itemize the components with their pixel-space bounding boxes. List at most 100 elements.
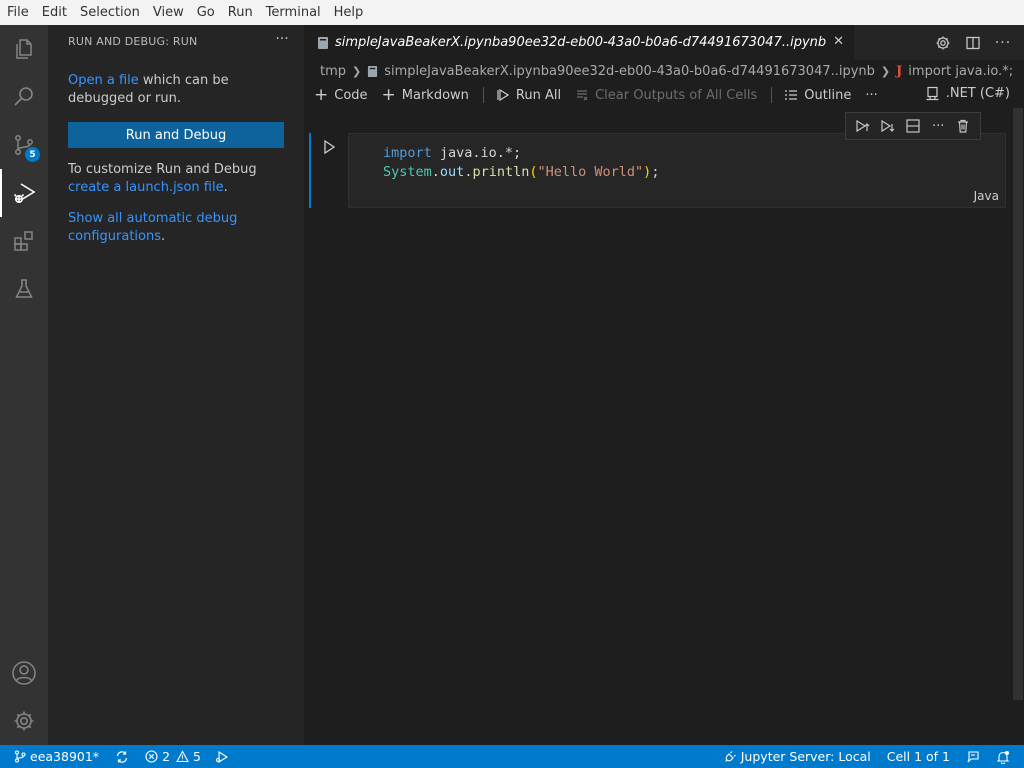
plus-icon: + <box>381 85 396 105</box>
run-debug-icon <box>13 183 36 204</box>
sync-button[interactable] <box>105 745 135 768</box>
cell-toolbar: ··· <box>845 112 981 140</box>
execute-cell-button[interactable] <box>320 138 338 156</box>
problems-indicator[interactable]: 2 5 <box>135 745 207 768</box>
delete-cell-button[interactable] <box>953 116 973 136</box>
run-above-icon <box>855 119 870 133</box>
manage-button[interactable] <box>0 697 48 745</box>
plug-icon <box>724 751 736 762</box>
run-debug-sidebar: RUN AND DEBUG: RUN ··· Open a file which… <box>48 25 304 745</box>
menu-bar: File Edit Selection View Go Run Terminal… <box>0 0 1024 25</box>
run-and-debug-button[interactable]: Run and Debug <box>68 122 284 148</box>
cell-language-picker[interactable]: Java <box>974 189 999 203</box>
code-text: java.io.*; <box>431 145 522 161</box>
run-below-button[interactable] <box>878 116 898 136</box>
search-icon <box>14 87 33 106</box>
clear-outputs-label: Clear Outputs of All Cells <box>595 87 758 103</box>
notebook-toolbar: + Code + Markdown Run All Clear Outputs … <box>304 82 1024 108</box>
code-cell[interactable]: import java.io.*; System.out.println("He… <box>348 133 1006 208</box>
run-debug-button[interactable] <box>0 169 48 217</box>
feedback-button[interactable] <box>956 745 986 768</box>
branch-indicator[interactable]: eea38901* <box>0 745 105 768</box>
play-icon <box>324 139 336 155</box>
flask-icon <box>15 279 33 298</box>
more-icon: ··· <box>865 87 878 103</box>
create-launch-json-link[interactable]: create a launch.json file <box>68 180 224 195</box>
split-editor-button[interactable] <box>962 32 984 54</box>
extensions-button[interactable] <box>0 217 48 265</box>
status-bar: eea38901* 2 5 Jupyter Server: Local Cell… <box>0 745 1024 768</box>
bell-icon <box>996 750 1010 764</box>
menu-run[interactable]: Run <box>224 0 257 25</box>
explorer-button[interactable] <box>0 25 48 73</box>
menu-view[interactable]: View <box>149 0 188 25</box>
debug-launch-button[interactable] <box>207 745 235 768</box>
run-all-label: Run All <box>515 87 562 103</box>
error-icon <box>145 750 158 763</box>
outline-list-icon <box>785 90 798 100</box>
outline-label: Outline <box>804 87 852 103</box>
close-icon[interactable]: ✕ <box>833 34 844 49</box>
notifications-button[interactable] <box>986 745 1024 768</box>
split-editor-icon <box>966 36 980 50</box>
toolbar-divider <box>771 87 773 103</box>
cell-more-button[interactable]: ··· <box>928 116 948 136</box>
notebook-file-icon <box>368 65 378 77</box>
accounts-button[interactable] <box>0 649 48 697</box>
add-markdown-cell-button[interactable]: + Markdown <box>382 85 469 105</box>
add-code-label: Code <box>334 87 368 103</box>
more-actions-button[interactable]: ··· <box>992 32 1014 54</box>
customize-text: To customize Run and Debug <box>68 162 257 177</box>
menu-terminal[interactable]: Terminal <box>262 0 325 25</box>
breadcrumb-file[interactable]: simpleJavaBeakerX.ipynba90ee32d-eb00-43a… <box>384 64 875 79</box>
notebook-file-icon <box>318 36 328 49</box>
source-control-badge: 5 <box>25 147 40 162</box>
extensions-icon <box>14 231 33 251</box>
chevron-right-icon: ❯ <box>880 64 891 78</box>
java-icon: J <box>896 63 903 79</box>
run-above-button[interactable] <box>853 116 873 136</box>
editor-scrollbar[interactable] <box>1013 108 1023 700</box>
plus-icon: + <box>314 85 329 105</box>
files-icon <box>16 39 32 59</box>
run-all-icon <box>497 88 510 102</box>
breadcrumb-folder[interactable]: tmp <box>320 64 346 79</box>
cell-position-indicator[interactable]: Cell 1 of 1 <box>877 745 956 768</box>
tab-notebook[interactable]: simpleJavaBeakerX.ipynba90ee32d-eb00-43a… <box>304 25 854 60</box>
account-icon <box>12 661 36 685</box>
more-icon: ··· <box>931 118 945 134</box>
menu-edit[interactable]: Edit <box>38 0 71 25</box>
open-file-message: Open a file which can be debugged or run… <box>68 72 288 108</box>
breadcrumb-symbol[interactable]: import java.io.*; <box>908 64 1013 79</box>
clear-outputs-button[interactable]: Clear Outputs of All Cells <box>575 88 757 103</box>
add-code-cell-button[interactable]: + Code <box>314 85 368 105</box>
testing-button[interactable] <box>0 265 48 313</box>
show-all-configurations-link[interactable]: Show all automatic debug configurations <box>68 211 237 244</box>
tab-label: simpleJavaBeakerX.ipynba90ee32d-eb00-43a… <box>335 35 827 50</box>
menu-go[interactable]: Go <box>193 0 219 25</box>
split-cell-button[interactable] <box>903 116 923 136</box>
menu-file[interactable]: File <box>3 0 33 25</box>
open-file-link[interactable]: Open a file <box>68 73 139 88</box>
warning-count: 5 <box>193 749 201 764</box>
code-dot: . <box>431 164 440 180</box>
toolbar-more-button[interactable]: ··· <box>865 88 877 103</box>
breadcrumb: tmp ❯ simpleJavaBeakerX.ipynba90ee32d-eb… <box>304 60 1024 82</box>
run-all-button[interactable]: Run All <box>496 88 561 103</box>
chevron-right-icon: ❯ <box>352 64 362 78</box>
search-button[interactable] <box>0 73 48 121</box>
source-control-button[interactable]: 5 <box>0 121 48 169</box>
jupyter-server-indicator[interactable]: Jupyter Server: Local <box>718 745 877 768</box>
menu-selection[interactable]: Selection <box>76 0 144 25</box>
kernel-picker[interactable]: .NET (C#) <box>925 86 1010 101</box>
sidebar-more-actions[interactable]: ··· <box>272 29 292 49</box>
notebook-settings-button[interactable] <box>932 32 954 54</box>
editor-actions: ··· <box>932 32 1014 54</box>
outline-button[interactable]: Outline <box>784 88 851 103</box>
run-below-icon <box>881 119 895 133</box>
activity-bar: 5 <box>0 25 48 745</box>
gear-icon <box>14 711 34 731</box>
menu-help[interactable]: Help <box>330 0 368 25</box>
cell-code[interactable]: import java.io.*; System.out.println("He… <box>383 144 659 182</box>
debug-run-icon <box>215 750 229 763</box>
